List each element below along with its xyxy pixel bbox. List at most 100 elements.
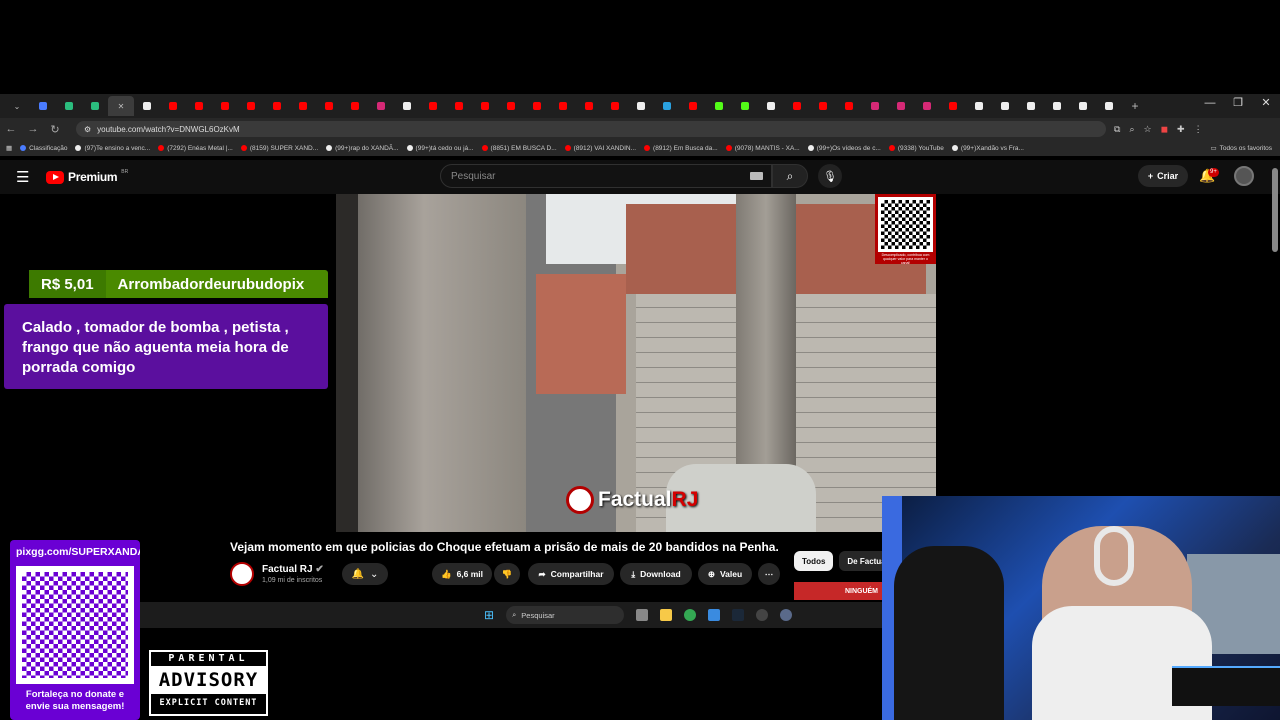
subscription-bell-button[interactable]: 🔔 ⌄ (342, 563, 388, 585)
browser-tab[interactable] (550, 98, 576, 114)
browser-tab[interactable] (238, 98, 264, 114)
browser-tab[interactable] (810, 98, 836, 114)
browser-tab[interactable] (758, 98, 784, 114)
channel-name[interactable]: Factual RJ ✔ (262, 564, 324, 575)
browser-tab[interactable] (264, 98, 290, 114)
bookmark-item[interactable]: (8851) EM BUSCA D... (481, 145, 557, 152)
browser-tab[interactable] (394, 98, 420, 114)
obs-icon[interactable] (756, 609, 769, 621)
related-video-thumbnail[interactable]: NINGUÉM (794, 582, 882, 600)
browser-tab[interactable] (784, 98, 810, 114)
browser-tab[interactable] (420, 98, 446, 114)
hamburger-menu-icon[interactable]: ☰ (16, 168, 36, 186)
steam-icon[interactable] (732, 609, 745, 621)
apps-grid-icon[interactable]: ▦ (6, 144, 12, 152)
browser-tab[interactable] (732, 98, 758, 114)
bookmark-star-icon[interactable]: ☆ (1143, 124, 1151, 135)
browser-tab[interactable] (966, 98, 992, 114)
browser-tab[interactable] (680, 98, 706, 114)
url-field[interactable]: ⚙ youtube.com/watch?v=DNWGL6OzKvM (76, 121, 1106, 137)
tab-search-icon[interactable]: ⌄ (4, 98, 30, 114)
browser-tab[interactable] (316, 98, 342, 114)
avatar[interactable] (1234, 166, 1254, 186)
browser-tab[interactable] (56, 98, 82, 114)
browser-tab[interactable] (342, 98, 368, 114)
bookmark-item[interactable]: (99+)Os vídeos de c... (807, 145, 881, 152)
close-icon[interactable]: ✕ (1252, 94, 1280, 114)
file-explorer-icon[interactable] (660, 609, 673, 621)
browser-tab[interactable] (212, 98, 238, 114)
browser-tab[interactable] (1018, 98, 1044, 114)
browser-tab[interactable] (30, 98, 56, 114)
browser-tab[interactable] (82, 98, 108, 114)
browser-tab[interactable] (628, 98, 654, 114)
browser-tab[interactable] (472, 98, 498, 114)
minimize-icon[interactable]: — (1196, 94, 1224, 114)
puzzle-icon[interactable]: ✚ (1177, 124, 1185, 135)
bookmark-item[interactable]: (8912) VAI XANDIN... (564, 145, 636, 152)
more-actions-button[interactable]: ⋯ (758, 563, 780, 585)
browser-tab[interactable] (888, 98, 914, 114)
chrome-icon[interactable] (684, 609, 697, 621)
voice-search-button[interactable]: 🎙 (818, 164, 842, 188)
all-bookmarks-folder[interactable]: ▭ Todos os favoritos (1210, 144, 1272, 153)
browser-tab[interactable] (160, 98, 186, 114)
thanks-button[interactable]: ⊕ Valeu (698, 563, 752, 585)
browser-tab[interactable] (368, 98, 394, 114)
youtube-logo[interactable]: Premium BR (46, 169, 128, 184)
bookmark-item[interactable]: Classificação (20, 145, 67, 152)
bookmark-item[interactable]: (8159) SUPER XAND... (240, 145, 318, 152)
download-button[interactable]: ⤓ Download (620, 563, 692, 585)
new-tab-button[interactable]: + (1122, 98, 1148, 114)
bookmark-item[interactable]: (9078) MANTIS - XA... (725, 145, 800, 152)
search-input[interactable]: Pesquisar (440, 164, 772, 188)
app-icon[interactable] (708, 609, 721, 621)
browser-tab[interactable] (602, 98, 628, 114)
task-view-icon[interactable] (636, 609, 649, 621)
browser-tab[interactable] (836, 98, 862, 114)
browser-tab[interactable] (134, 98, 160, 114)
keyboard-icon[interactable] (750, 172, 763, 180)
chip-all[interactable]: Todos (794, 551, 834, 571)
back-icon[interactable]: ← (0, 123, 22, 135)
forward-icon[interactable]: → (22, 123, 44, 135)
dislike-button[interactable]: 👎 (494, 563, 520, 585)
browser-tab[interactable] (524, 98, 550, 114)
browser-tab[interactable] (290, 98, 316, 114)
browser-tab[interactable] (186, 98, 212, 114)
maximize-icon[interactable]: ❐ (1224, 94, 1252, 114)
bookmark-item[interactable]: (7292) Enéas Metal |... (158, 145, 233, 152)
browser-tab[interactable] (1070, 98, 1096, 114)
browser-tab[interactable] (576, 98, 602, 114)
page-scrollbar[interactable] (1272, 168, 1278, 252)
video-player[interactable] (336, 194, 936, 532)
browser-tab[interactable] (914, 98, 940, 114)
bookmark-item[interactable]: (99+)rap do XANDÃ... (326, 145, 399, 152)
browser-tab[interactable] (706, 98, 732, 114)
browser-tab[interactable] (1044, 98, 1070, 114)
browser-tab-active[interactable]: ✕ (108, 96, 134, 116)
search-button[interactable]: ⌕ (772, 164, 808, 188)
browser-tab[interactable] (992, 98, 1018, 114)
bookmark-item[interactable]: (99+)tá cedo ou já... (406, 145, 474, 152)
install-icon[interactable]: ⧉ (1114, 124, 1120, 135)
reload-icon[interactable]: ↻ (44, 123, 66, 136)
like-button[interactable]: 👍 6,6 mil (432, 563, 492, 585)
create-button[interactable]: + Criar (1138, 165, 1188, 187)
browser-tab[interactable] (862, 98, 888, 114)
browser-tab[interactable] (446, 98, 472, 114)
zoom-icon[interactable]: ⌕ (1129, 124, 1134, 135)
bookmark-item[interactable]: (9338) YouTube (888, 145, 944, 152)
bookmark-item[interactable]: (99+)Xandão vs Fra... (951, 145, 1024, 152)
bookmark-item[interactable]: (8912) Em Busca da... (644, 145, 718, 152)
menu-kebab-icon[interactable]: ⋮ (1194, 124, 1203, 135)
browser-tab[interactable] (940, 98, 966, 114)
settings-icon[interactable] (780, 609, 793, 621)
browser-tab[interactable] (1096, 98, 1122, 114)
bookmark-item[interactable]: (97)Te ensino a venc... (75, 145, 150, 152)
share-button[interactable]: ➦ Compartilhar (528, 563, 614, 585)
channel-avatar[interactable] (230, 562, 254, 586)
extension-icon[interactable]: ◼ (1161, 124, 1168, 135)
taskbar-search-input[interactable]: ⌕ Pesquisar (506, 606, 625, 624)
windows-start-icon[interactable]: ⊞ (484, 608, 494, 622)
